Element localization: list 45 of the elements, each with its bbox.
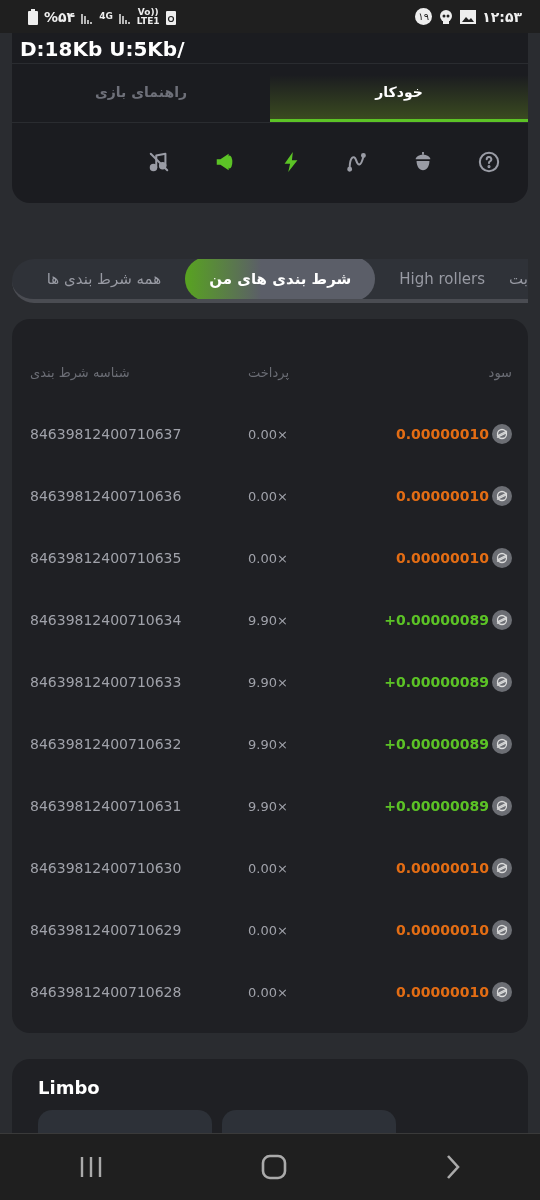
payout: 0.00× — [248, 984, 288, 1000]
bet-id: 84639812400710634 — [30, 612, 183, 628]
profit-amount: 0.00000010 — [396, 922, 489, 938]
profit-amount: 0.00000010 — [396, 860, 489, 876]
notification-badge: ۱۹ — [415, 8, 433, 25]
profit-amount: +0.00000089 — [384, 736, 489, 752]
column-header: شناسه شرط بندی — [30, 364, 130, 380]
profit-amount: 0.00000010 — [396, 426, 489, 442]
speed-overlay-text: D:18Kb U:5Kb/ — [20, 37, 185, 61]
network-label: 4G — [99, 12, 113, 21]
payout: 0.00× — [248, 550, 288, 566]
game-title: Limbo — [38, 1077, 101, 1098]
bet-id: 84639812400710629 — [30, 922, 183, 938]
volte-label: Vo)) LTE1 — [136, 7, 160, 26]
payout: 9.90× — [248, 736, 288, 752]
bets-tab[interactable]: همه شرط بندی ها — [22, 259, 186, 299]
battery-percent: %۵۴ — [44, 8, 76, 25]
column-header: پرداخت — [248, 364, 290, 380]
bets-tab[interactable]: High rollers — [375, 259, 510, 299]
clock: ۱۲:۵۳ — [482, 8, 522, 25]
bets-tab[interactable]: شرط بندی های من — [185, 259, 376, 299]
bet-id: 84639812400710636 — [30, 488, 183, 504]
mode-tab[interactable]: راهنمای بازی — [12, 64, 270, 122]
column-header: سود — [488, 364, 512, 380]
profit-amount: 0.00000010 — [396, 984, 489, 1000]
profit-amount: 0.00000010 — [396, 488, 489, 504]
profit-amount: 0.00000010 — [396, 550, 489, 566]
bets-tab[interactable]: بت — [509, 259, 528, 299]
payout: 0.00× — [248, 426, 288, 442]
payout: 9.90× — [248, 798, 288, 814]
bet-id: 84639812400710628 — [30, 984, 183, 1000]
bet-id: 84639812400710632 — [30, 736, 183, 752]
bet-id: 84639812400710630 — [30, 860, 183, 876]
payout: 9.90× — [248, 612, 288, 628]
payout: 0.00× — [248, 860, 288, 876]
profit-amount: +0.00000089 — [384, 798, 489, 814]
bet-id: 84639812400710635 — [30, 550, 183, 566]
profit-amount: +0.00000089 — [384, 674, 489, 690]
bet-id: 84639812400710633 — [30, 674, 183, 690]
payout: 0.00× — [248, 488, 288, 504]
payout: 0.00× — [248, 922, 288, 938]
bet-id: 84639812400710631 — [30, 798, 183, 814]
payout: 9.90× — [248, 674, 288, 690]
profit-amount: +0.00000089 — [384, 612, 489, 628]
bet-id: 84639812400710637 — [30, 426, 183, 442]
